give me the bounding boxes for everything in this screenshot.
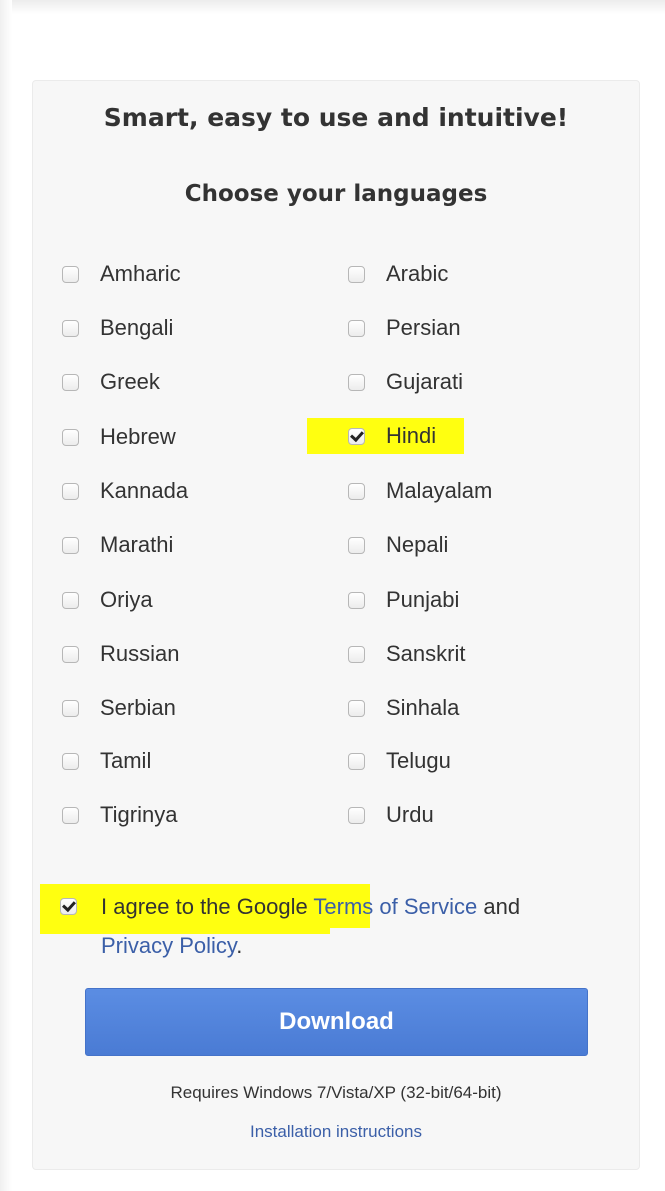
language-label: Gujarati <box>386 369 464 394</box>
agreement-text: I agree to the Google Terms of Service a… <box>101 894 520 919</box>
privacy-line: Privacy Policy. <box>101 927 242 965</box>
language-option-sanskrit[interactable]: Sanskrit <box>348 639 465 669</box>
language-label: Kannada <box>100 478 189 503</box>
checkbox[interactable] <box>62 428 79 446</box>
language-option-persian[interactable]: Persian <box>348 313 461 343</box>
privacy-policy-link[interactable]: Privacy Policy <box>101 933 236 958</box>
agreement-period: . <box>236 933 243 958</box>
system-requirements: Requires Windows 7/Vista/XP (32-bit/64-b… <box>170 1083 502 1102</box>
language-label: Tigrinya <box>100 802 178 827</box>
language-label: Sinhala <box>386 695 460 720</box>
checkbox[interactable] <box>62 591 79 609</box>
checkbox[interactable] <box>62 699 79 717</box>
checkbox[interactable] <box>348 699 365 717</box>
language-option-tigrinya[interactable]: Tigrinya <box>62 800 177 830</box>
language-label: Malayalam <box>386 478 493 503</box>
language-label: Hebrew <box>100 424 176 449</box>
checkbox[interactable] <box>348 645 365 663</box>
agreement-prefix: I agree to the Google <box>101 894 314 919</box>
language-label: Tamil <box>100 748 152 773</box>
language-option-sinhala[interactable]: Sinhala <box>348 693 459 723</box>
language-label: Urdu <box>386 802 434 827</box>
checkbox[interactable] <box>348 591 365 609</box>
language-option-gujarati[interactable]: Gujarati <box>348 367 463 397</box>
checkbox[interactable] <box>348 536 365 554</box>
checkbox[interactable] <box>62 752 79 770</box>
language-option-serbian[interactable]: Serbian <box>62 693 176 723</box>
language-option-russian[interactable]: Russian <box>62 639 179 669</box>
language-option-bengali[interactable]: Bengali <box>62 313 173 343</box>
checkbox[interactable] <box>62 645 79 663</box>
language-option-arabic[interactable]: Arabic <box>348 259 448 289</box>
installation-instructions-link[interactable]: Installation instructions <box>250 1122 422 1141</box>
checkbox[interactable] <box>348 752 365 770</box>
language-option-telugu[interactable]: Telugu <box>348 746 451 776</box>
checkbox[interactable] <box>348 806 365 824</box>
page-headline: Smart, easy to use and intuitive! <box>103 103 569 132</box>
language-option-hebrew[interactable]: Hebrew <box>62 422 176 452</box>
installation-instructions: Installation instructions <box>0 1122 665 1142</box>
language-option-tamil[interactable]: Tamil <box>62 746 151 776</box>
page: Smart, easy to use and intuitive! Choose… <box>0 0 665 1191</box>
language-heading: Choose your languages <box>184 181 488 207</box>
language-option-malayalam[interactable]: Malayalam <box>348 476 492 506</box>
language-label: Persian <box>386 315 461 340</box>
checkbox[interactable] <box>348 265 365 283</box>
checkbox[interactable] <box>62 373 79 391</box>
language-option-oriya[interactable]: Oriya <box>62 585 153 615</box>
language-label: Marathi <box>100 532 174 557</box>
language-option-punjabi[interactable]: Punjabi <box>348 585 459 615</box>
language-option-urdu[interactable]: Urdu <box>348 800 434 830</box>
language-option-kannada[interactable]: Kannada <box>62 476 188 506</box>
language-label: Bengali <box>100 315 174 340</box>
language-label: Oriya <box>100 587 153 612</box>
checkbox[interactable] <box>348 319 365 337</box>
language-option-hindi[interactable]: Hindi <box>348 421 436 451</box>
language-label: Greek <box>100 369 160 394</box>
agreement-and: and <box>477 894 521 919</box>
checkbox[interactable] <box>348 482 365 500</box>
top-shadow <box>0 0 665 14</box>
language-option-amharic[interactable]: Amharic <box>62 259 181 289</box>
checkbox[interactable] <box>62 482 79 500</box>
agree-checkbox[interactable] <box>60 898 77 915</box>
language-label: Amharic <box>100 261 181 286</box>
checkbox[interactable] <box>62 536 79 554</box>
language-label: Arabic <box>386 261 449 286</box>
language-label: Serbian <box>100 695 176 720</box>
checkbox[interactable] <box>62 319 79 337</box>
checkbox[interactable] <box>62 806 79 824</box>
language-option-marathi[interactable]: Marathi <box>62 530 173 560</box>
checkbox-checked[interactable] <box>348 427 365 445</box>
terms-agreement: I agree to the Google Terms of Service a… <box>60 888 620 926</box>
language-label: Russian <box>100 641 180 666</box>
language-label: Hindi <box>386 423 437 448</box>
terms-of-service-link[interactable]: Terms of Service <box>313 894 477 919</box>
language-label: Telugu <box>386 748 451 773</box>
left-shadow <box>0 0 12 1191</box>
checkbox[interactable] <box>348 373 365 391</box>
language-label: Punjabi <box>386 587 460 612</box>
language-option-greek[interactable]: Greek <box>62 367 160 397</box>
language-option-nepali[interactable]: Nepali <box>348 530 448 560</box>
language-label: Sanskrit <box>386 641 466 666</box>
language-label: Nepali <box>386 532 449 557</box>
checkbox[interactable] <box>62 265 79 283</box>
download-button[interactable]: Download <box>85 988 588 1056</box>
